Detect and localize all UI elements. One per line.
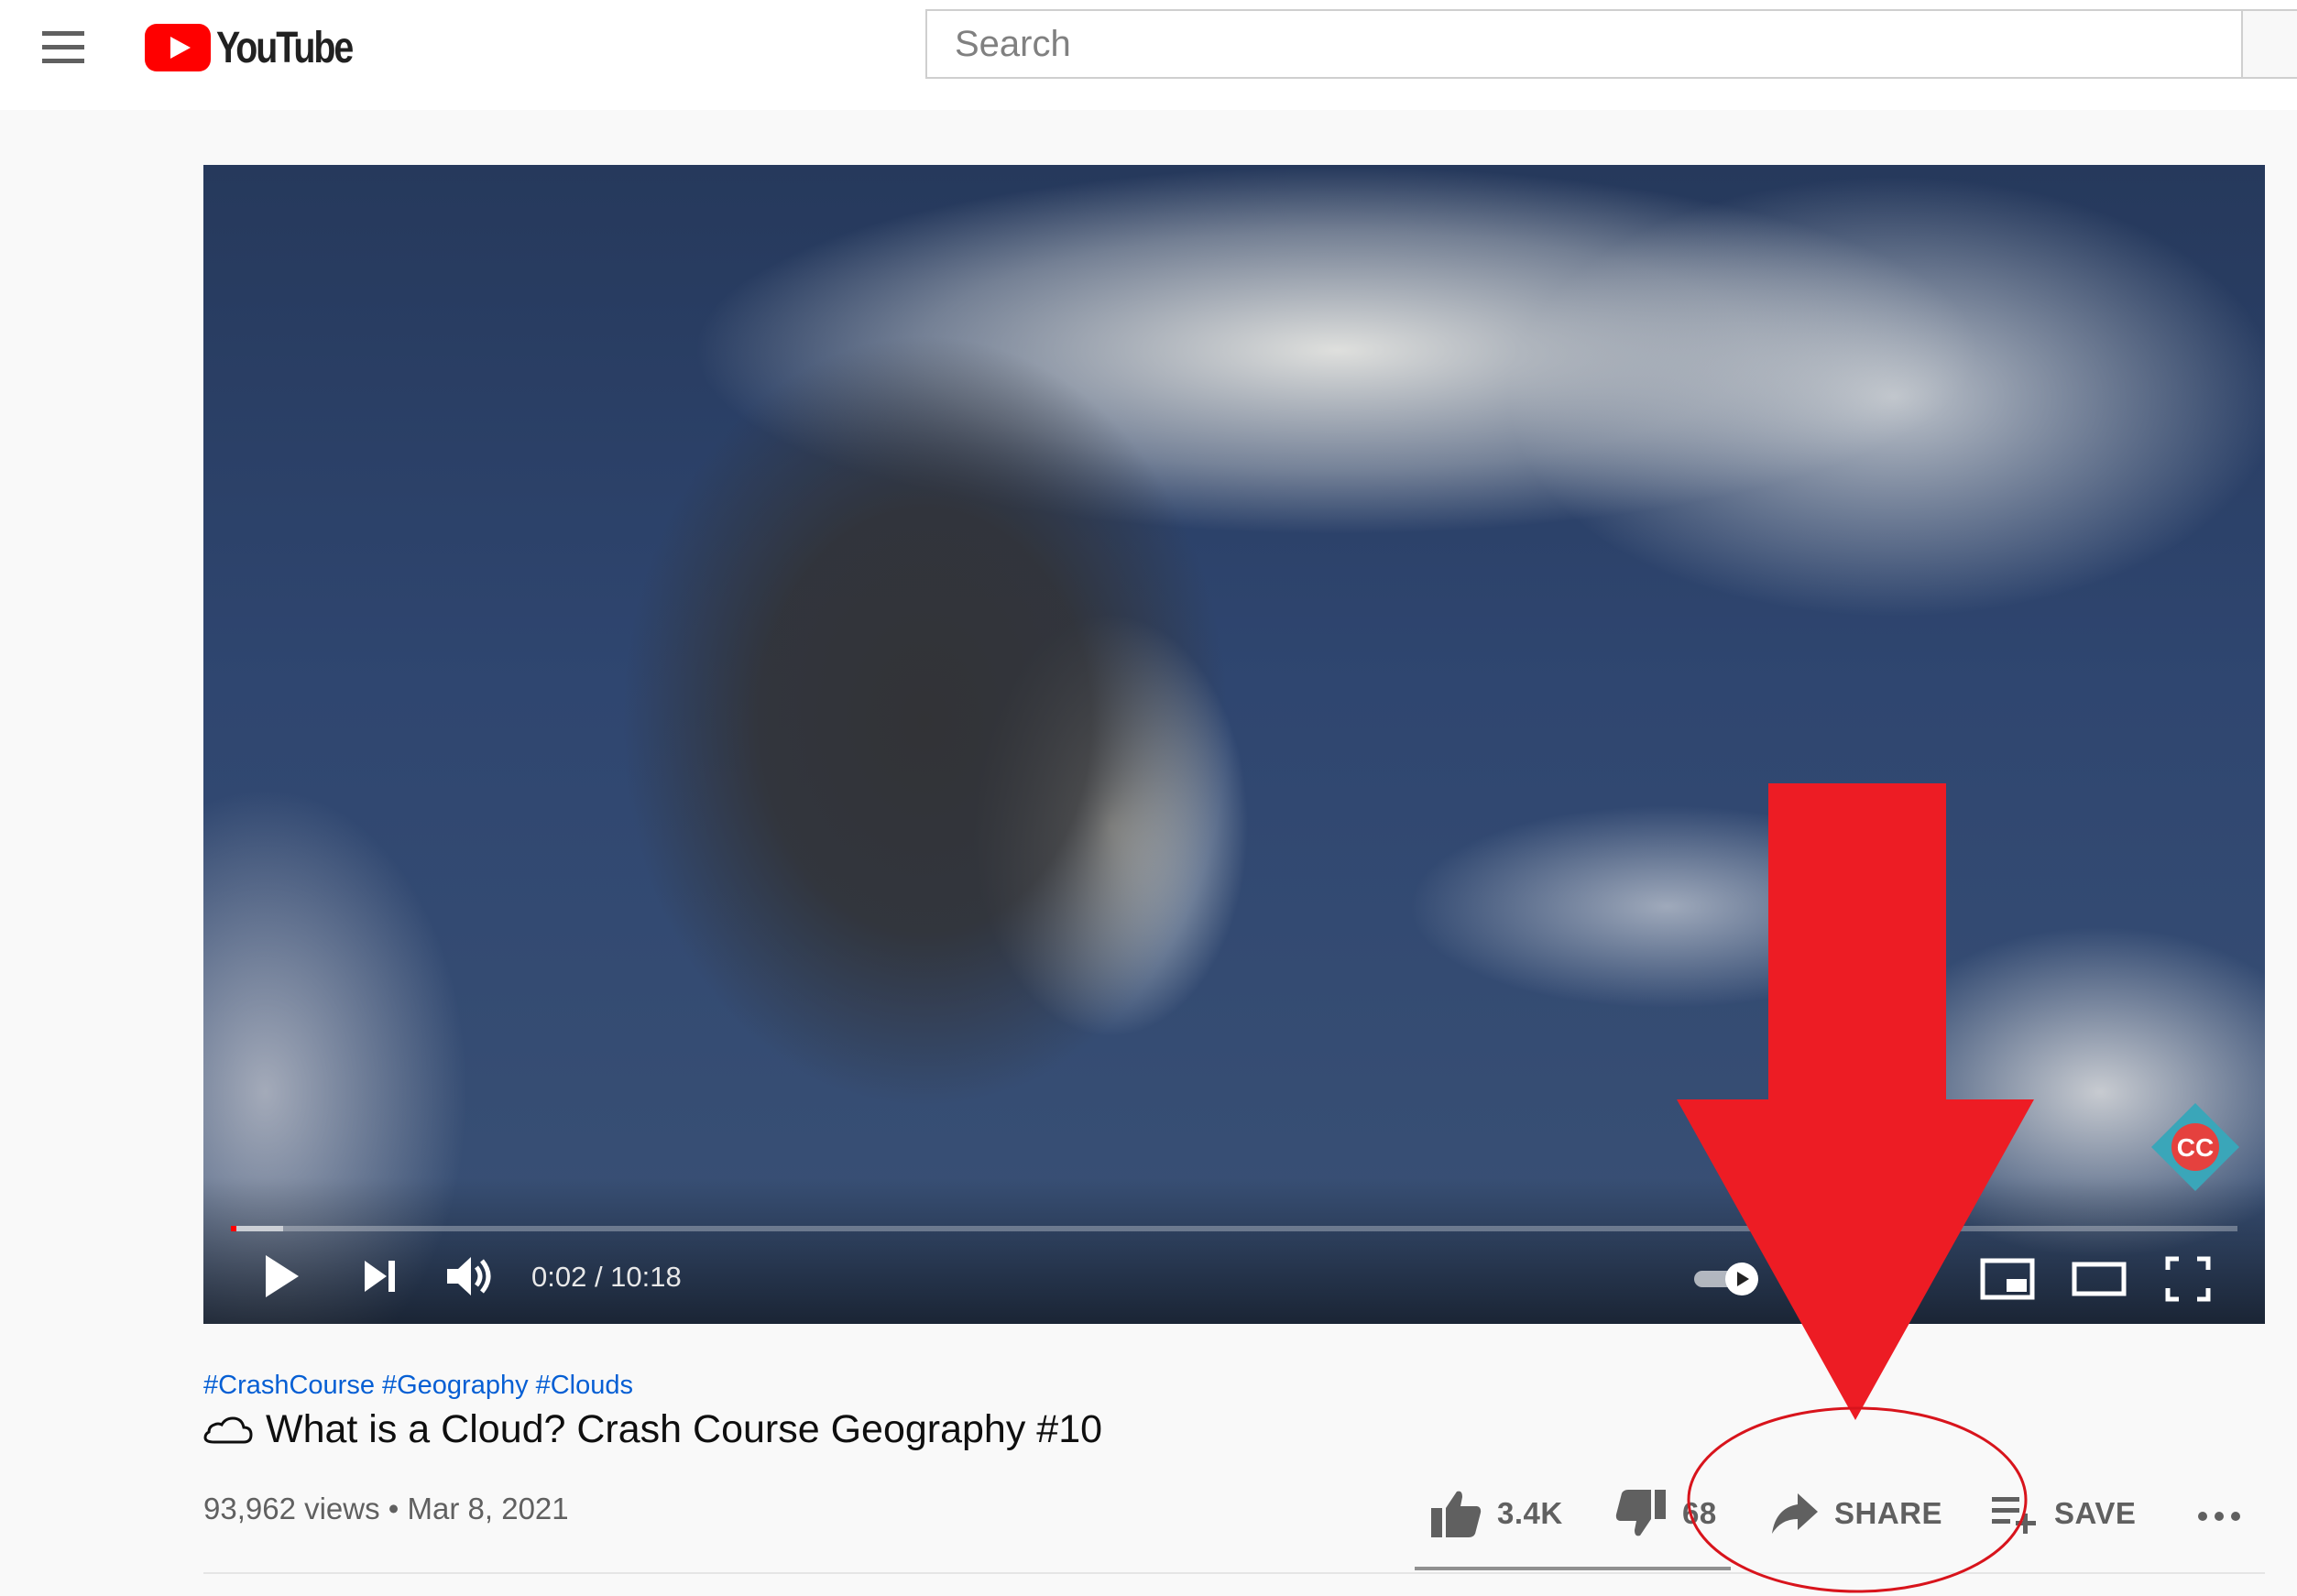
controls-gradient xyxy=(203,1177,2265,1324)
video-title-row: What is a Cloud? Crash Course Geography … xyxy=(203,1407,1102,1452)
view-count: 93,962 views xyxy=(203,1492,380,1525)
save-label: SAVE xyxy=(2054,1496,2137,1530)
play-button[interactable] xyxy=(258,1252,304,1301)
volume-button[interactable] xyxy=(443,1253,498,1299)
thumbs-down-icon xyxy=(1615,1490,1666,1536)
more-actions-button[interactable] xyxy=(2195,1503,2243,1530)
share-button[interactable]: SHARE xyxy=(1770,1492,1942,1536)
menu-icon-bar xyxy=(42,45,84,49)
save-button[interactable]: SAVE xyxy=(1990,1492,2136,1536)
progress-played xyxy=(231,1226,236,1231)
video-player[interactable]: CC 0:02 / 10:18 xyxy=(203,165,2265,1324)
guide-menu-button[interactable] xyxy=(35,24,92,71)
time-display: 0:02 / 10:18 xyxy=(531,1261,682,1293)
theater-mode-button[interactable] xyxy=(2071,1255,2127,1303)
channel-watermark-badge[interactable]: CC xyxy=(2149,1101,2241,1193)
dislike-button[interactable]: 68 xyxy=(1614,1488,1717,1539)
thumbs-up-icon xyxy=(1431,1491,1482,1537)
watermark-text: CC xyxy=(2177,1133,2214,1162)
next-icon xyxy=(365,1261,395,1292)
search-button[interactable] xyxy=(2241,9,2297,79)
like-button[interactable]: 3.4K xyxy=(1429,1488,1563,1539)
fullscreen-button[interactable] xyxy=(2164,1255,2212,1303)
miniplayer-icon xyxy=(1980,1258,2035,1300)
video-frame xyxy=(203,165,2265,1324)
autoplay-toggle[interactable] xyxy=(1692,1261,1762,1297)
progress-bar[interactable] xyxy=(231,1226,2237,1231)
share-icon xyxy=(1772,1493,1818,1534)
hashtag-link[interactable]: #CrashCourse xyxy=(203,1371,375,1400)
play-icon xyxy=(266,1255,299,1297)
video-title: What is a Cloud? Crash Course Geography … xyxy=(266,1407,1103,1451)
autoplay-toggle-icon xyxy=(1694,1263,1758,1295)
search-input[interactable] xyxy=(925,9,2241,79)
sentiment-bar xyxy=(1415,1567,1731,1570)
info-divider xyxy=(203,1572,2265,1574)
youtube-logo-text: YouTube xyxy=(216,23,354,72)
menu-icon-bar xyxy=(42,31,84,36)
meta-separator: • xyxy=(388,1492,399,1525)
hashtag-link[interactable]: #Geography xyxy=(382,1371,529,1400)
youtube-logo[interactable]: YouTube xyxy=(145,20,382,75)
more-horizontal-icon xyxy=(2198,1512,2240,1521)
fullscreen-icon xyxy=(2165,1256,2211,1302)
next-button[interactable] xyxy=(359,1255,401,1297)
like-count: 3.4K xyxy=(1497,1496,1563,1530)
volume-icon xyxy=(447,1257,491,1295)
hashtag-list: #CrashCourse #Geography #Clouds xyxy=(203,1371,640,1401)
masthead: YouTube xyxy=(0,0,2297,110)
share-label: SHARE xyxy=(1834,1496,1943,1530)
hashtag-link[interactable]: #Clouds xyxy=(536,1371,633,1400)
save-to-playlist-icon xyxy=(1992,1497,2036,1534)
theater-mode-icon xyxy=(2072,1262,2127,1296)
dislike-count: 68 xyxy=(1682,1496,1717,1530)
miniplayer-button[interactable] xyxy=(1979,1255,2036,1303)
upload-date: Mar 8, 2021 xyxy=(407,1492,569,1525)
menu-icon-bar xyxy=(42,59,84,63)
cloud-emoji-icon xyxy=(203,1416,253,1443)
video-meta: 93,962 views • Mar 8, 2021 xyxy=(203,1492,569,1526)
youtube-play-logo-icon xyxy=(145,24,211,71)
progress-buffered xyxy=(231,1226,283,1231)
